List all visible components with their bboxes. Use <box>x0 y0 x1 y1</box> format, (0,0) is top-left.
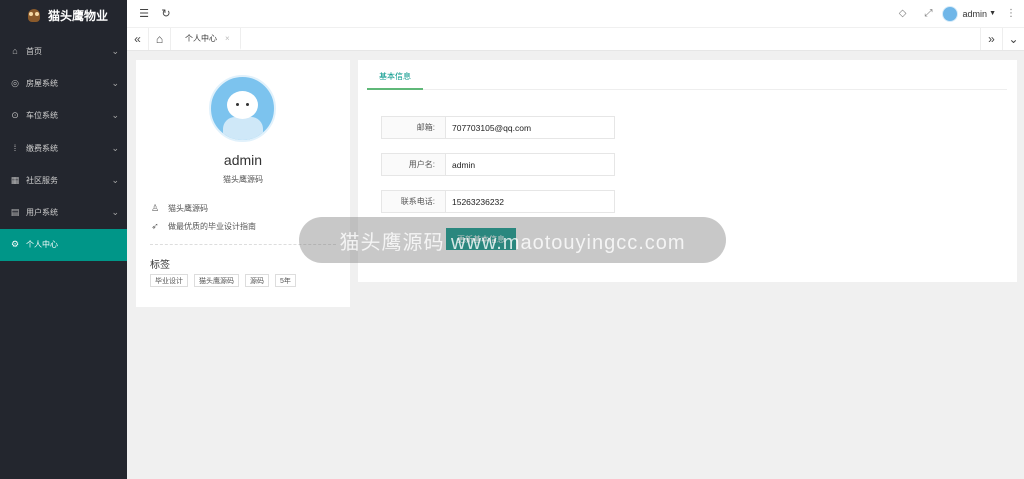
tabs-scroll-right-icon[interactable]: » <box>980 28 1002 50</box>
sidebar-item-label: 社区服务 <box>26 175 58 185</box>
user-system-icon: ▤ <box>10 207 20 218</box>
sidebar-item-label: 首页 <box>26 46 42 56</box>
profile-info-slogan-text: 做最优质的毕业设计指南 <box>168 222 256 231</box>
profile-info-user-text: 猫头鹰源码 <box>168 204 208 213</box>
sidebar-item-label: 房屋系统 <box>26 78 58 88</box>
sidebar-item-personal-center[interactable]: ⚙ 个人中心 <box>0 228 127 262</box>
username-row: 用户名: <box>381 153 615 176</box>
parking-system-icon: ⊙ <box>11 110 19 121</box>
profile-info-user: ♙ 猫头鹰源码 <box>150 203 208 214</box>
form-tabs: 基本信息 <box>367 60 1007 90</box>
app-logo[interactable]: 猫头鹰物业 <box>0 0 127 30</box>
phone-row: 联系电话: <box>381 190 615 213</box>
profile-avatar <box>209 75 276 142</box>
sidebar-menu: ⌂ 首页 ⌄ ◎ 房屋系统 ⌄ ⊙ 车位系统 ⌄ ⁞ 缴费系统 ⌄ ▦ 社区服务… <box>0 35 127 262</box>
payment-system-icon: ⁞ <box>13 143 17 154</box>
caret-down-icon[interactable]: ▼ <box>989 10 996 17</box>
profile-subtitle: 猫头鹰源码 <box>223 175 263 184</box>
menu-toggle-icon[interactable]: ☰ <box>133 0 155 28</box>
chevron-down-icon: ⌄ <box>111 77 119 88</box>
tabs-scroll-left-icon[interactable]: « <box>127 28 149 50</box>
refresh-icon[interactable]: ↻ <box>155 0 177 28</box>
user-icon: ♙ <box>150 203 160 213</box>
username-field[interactable] <box>445 153 615 176</box>
sidebar-item-user-system[interactable]: ▤ 用户系统 ⌄ <box>0 196 127 228</box>
sidebar: 猫头鹰物业 ⌂ 首页 ⌄ ◎ 房屋系统 ⌄ ⊙ 车位系统 ⌄ ⁞ 缴费系统 ⌄ … <box>0 0 127 479</box>
sidebar-item-home[interactable]: ⌂ 首页 ⌄ <box>0 35 127 67</box>
home-icon: ⌂ <box>12 46 18 57</box>
watermark: 猫头鹰源码 www.maotouyingcc.com <box>299 217 726 263</box>
username-label: 用户名: <box>381 153 445 176</box>
house-system-icon: ◎ <box>11 77 19 88</box>
phone-label: 联系电话: <box>381 190 445 213</box>
community-service-icon: ▦ <box>10 174 20 185</box>
home-tab-icon[interactable]: ⌂ <box>149 28 171 50</box>
chevron-down-icon: ⌄ <box>111 110 119 121</box>
sidebar-item-label: 个人中心 <box>26 240 58 250</box>
app-title: 猫头鹰物业 <box>48 8 109 23</box>
sidebar-item-community-service[interactable]: ▦ 社区服务 ⌄ <box>0 164 127 196</box>
top-header: ☰ ↻ ◇ ⤢ admin ▼ ⋮ <box>127 0 1024 28</box>
tab-personal-center[interactable]: 个人中心 × <box>171 28 241 50</box>
user-menu-name[interactable]: admin <box>963 9 988 19</box>
owl-logo-icon <box>28 8 40 22</box>
sidebar-item-label: 用户系统 <box>26 208 58 218</box>
paper-plane-icon: ➶ <box>151 221 159 231</box>
sidebar-item-parking-system[interactable]: ⊙ 车位系统 ⌄ <box>0 100 127 132</box>
tab-label: 个人中心 <box>185 33 217 43</box>
chevron-down-icon: ⌄ <box>111 142 119 153</box>
tag-item: 5年 <box>275 274 296 287</box>
tab-basic-info[interactable]: 基本信息 <box>367 60 423 90</box>
email-label: 邮箱: <box>381 116 445 139</box>
page-tabs-bar: « ⌂ 个人中心 × » ⌄ <box>127 28 1024 51</box>
profile-username: admin <box>223 152 263 168</box>
tag-icon[interactable]: ◇ <box>890 0 916 28</box>
tag-item: 毕业设计 <box>150 274 188 287</box>
close-icon[interactable]: × <box>225 34 230 43</box>
phone-field[interactable] <box>445 190 615 213</box>
chevron-down-icon: ⌄ <box>111 174 119 185</box>
chevron-down-icon: ⌄ <box>111 45 119 56</box>
sidebar-item-label: 缴费系统 <box>26 143 58 153</box>
profile-info-slogan: ➶ 做最优质的毕业设计指南 <box>150 221 256 232</box>
avatar[interactable] <box>941 5 958 22</box>
chevron-down-icon: ⌄ <box>111 207 119 218</box>
tags-list: 毕业设计 猫头鹰源码 源码 5年 <box>150 274 302 287</box>
sidebar-item-label: 车位系统 <box>26 111 58 121</box>
sidebar-item-house-system[interactable]: ◎ 房屋系统 ⌄ <box>0 67 127 99</box>
profile-card: admin 猫头鹰源码 ♙ 猫头鹰源码 ➶ 做最优质的毕业设计指南 标签 毕业设… <box>136 60 350 307</box>
tag-item: 源码 <box>245 274 269 287</box>
tags-title: 标签 <box>150 260 170 271</box>
fullscreen-icon[interactable]: ⤢ <box>916 0 942 28</box>
tag-item: 猫头鹰源码 <box>194 274 239 287</box>
email-row: 邮箱: <box>381 116 615 139</box>
sidebar-item-payment-system[interactable]: ⁞ 缴费系统 ⌄ <box>0 132 127 164</box>
personal-center-icon: ⚙ <box>10 239 20 250</box>
more-icon[interactable]: ⋮ <box>1004 0 1018 28</box>
tabs-dropdown-icon[interactable]: ⌄ <box>1002 28 1024 50</box>
email-field[interactable] <box>445 116 615 139</box>
